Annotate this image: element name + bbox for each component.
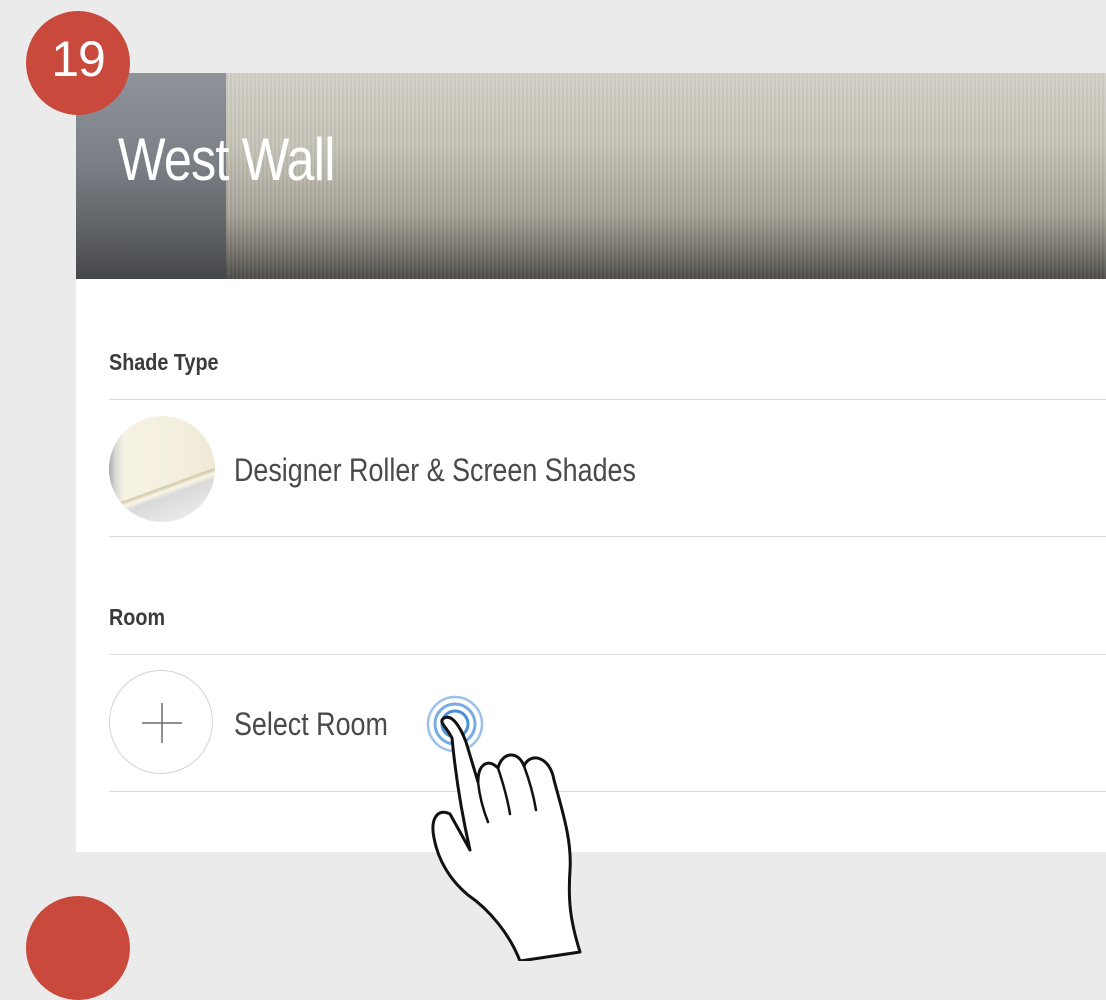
- header-banner: West Wall: [76, 73, 1106, 279]
- shade-thumbnail-icon: [109, 416, 215, 522]
- page-title: West Wall: [118, 126, 335, 193]
- shade-type-value: Designer Roller & Screen Shades: [234, 452, 636, 488]
- shade-type-row[interactable]: Designer Roller & Screen Shades: [109, 400, 1106, 522]
- room-label: Room: [109, 604, 166, 630]
- shade-type-label: Shade Type: [109, 349, 219, 375]
- step-badge: 19: [26, 11, 130, 115]
- divider: [109, 536, 1106, 537]
- hand-pointer-icon: [426, 695, 582, 961]
- divider: [109, 654, 1106, 655]
- add-room-button[interactable]: [109, 670, 213, 774]
- select-room-label[interactable]: Select Room: [234, 706, 388, 743]
- plus-icon: [142, 703, 182, 743]
- next-step-badge: [26, 896, 130, 1000]
- step-number: 19: [51, 31, 106, 87]
